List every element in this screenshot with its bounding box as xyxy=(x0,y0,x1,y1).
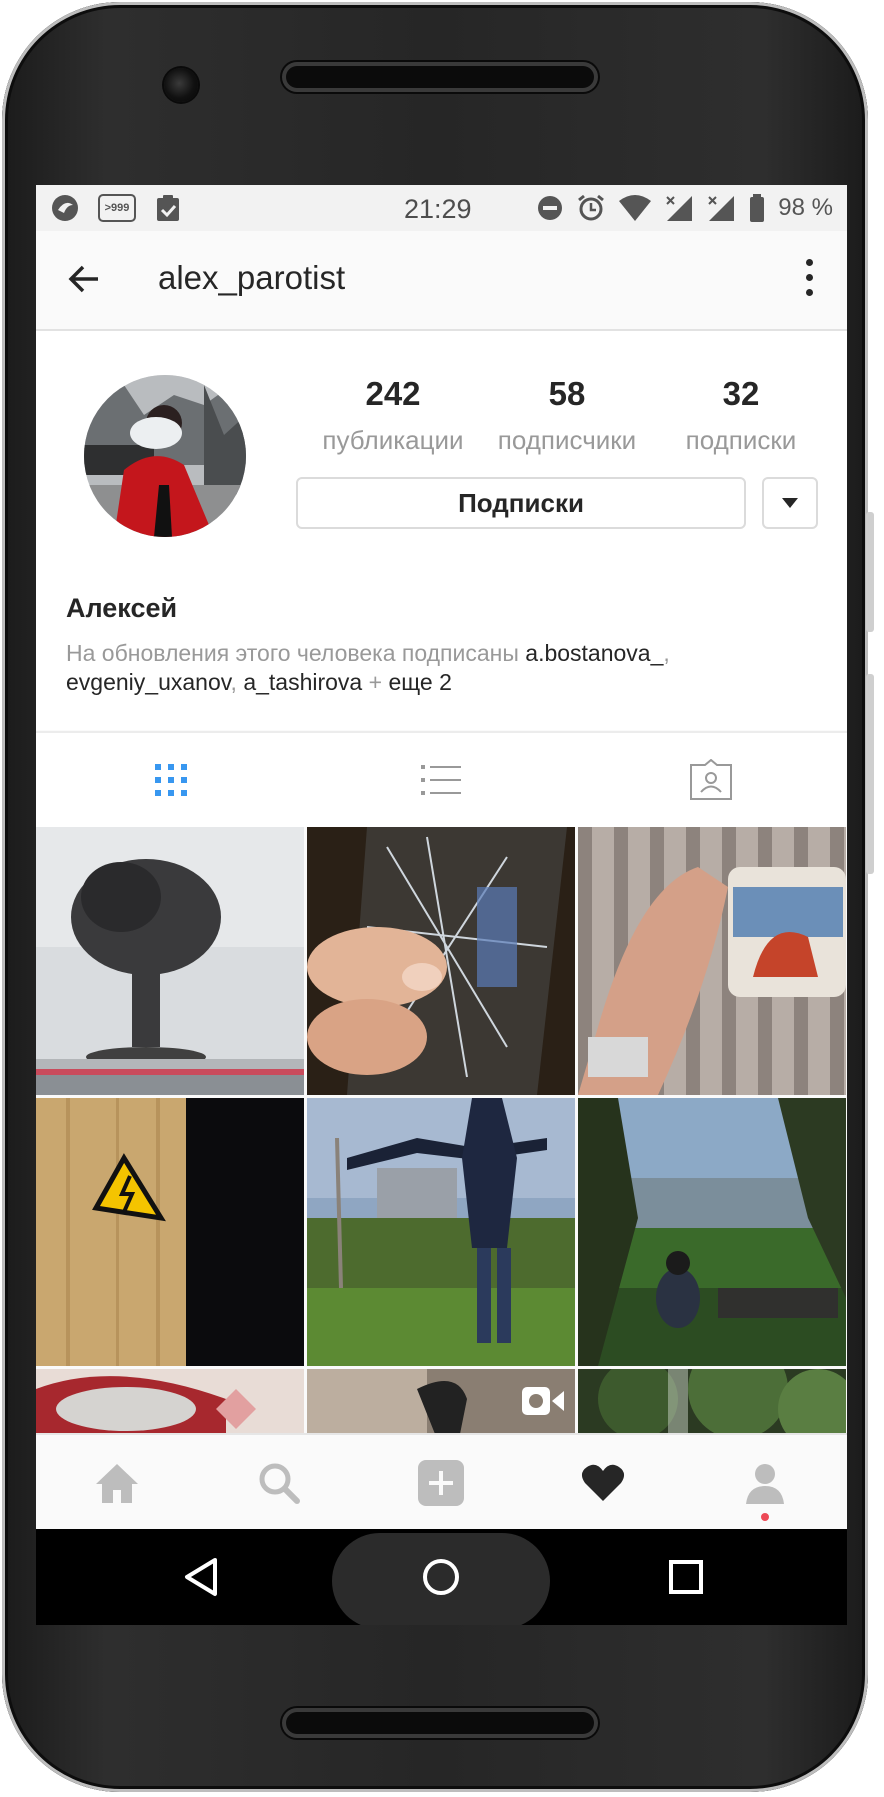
bottom-speaker xyxy=(282,1708,598,1738)
system-recents-button[interactable] xyxy=(626,1529,746,1625)
following-label: подписки xyxy=(685,425,797,455)
following-count: 32 xyxy=(722,375,760,412)
system-navigation-bar xyxy=(36,1529,847,1625)
profile-icon xyxy=(746,1464,784,1504)
battery-percent: 98 % xyxy=(778,194,833,221)
posts-label: публикации xyxy=(322,425,464,455)
followed-by-text: На обновления этого человека подписаны a… xyxy=(66,640,670,695)
back-button[interactable] xyxy=(64,259,104,304)
followed-by-prefix: На обновления этого человека подписаны xyxy=(66,640,526,666)
signal-icon xyxy=(666,196,693,221)
signal-icon-2 xyxy=(708,196,735,221)
followers-label: подписчики xyxy=(497,425,637,455)
wifi-icon xyxy=(619,195,652,221)
activity-heart-icon xyxy=(581,1464,625,1501)
system-home-button[interactable] xyxy=(381,1529,501,1625)
nav-home[interactable] xyxy=(36,1435,198,1531)
followed-by-more[interactable]: еще 2 xyxy=(388,669,451,695)
profile-tabs xyxy=(36,731,847,827)
page-title: alex_parotist xyxy=(158,259,346,296)
list-icon xyxy=(421,765,461,795)
alarm-icon xyxy=(578,194,605,221)
front-camera xyxy=(164,68,198,102)
nav-search[interactable] xyxy=(198,1435,360,1531)
home-icon xyxy=(96,1464,138,1503)
add-post-icon xyxy=(418,1460,464,1506)
arrow-left-icon xyxy=(68,265,98,293)
stat-following[interactable]: 32 подписки xyxy=(656,375,826,456)
nav-add-post[interactable] xyxy=(360,1435,522,1531)
battery-icon xyxy=(750,194,765,222)
avatar[interactable] xyxy=(84,375,246,537)
post-thumbnail[interactable] xyxy=(36,1098,304,1366)
notification-count-icon: >999 xyxy=(98,194,136,222)
followers-count: 58 xyxy=(548,375,586,412)
post-thumbnail[interactable] xyxy=(36,827,304,1095)
circle-home-icon xyxy=(423,1559,459,1595)
post-thumbnail[interactable] xyxy=(307,1098,575,1366)
square-recents-icon xyxy=(669,1560,703,1594)
screen: >999 21:29 98 % alex_parotist 242 публик… xyxy=(36,185,847,1625)
nav-profile[interactable] xyxy=(684,1435,846,1531)
power-button xyxy=(866,512,874,632)
post-thumbnail[interactable] xyxy=(578,827,846,1095)
system-back-button[interactable] xyxy=(141,1529,261,1625)
profile-name: Алексей xyxy=(66,593,178,623)
triangle-back-icon xyxy=(185,1558,217,1596)
clock: 21:29 xyxy=(404,194,472,224)
search-icon xyxy=(259,1463,300,1504)
bottom-navigation xyxy=(36,1433,847,1531)
chevron-down-icon xyxy=(782,498,798,508)
followed-by-user-3[interactable]: a_tashirova xyxy=(243,669,362,695)
app-icon xyxy=(52,195,78,221)
following-button[interactable]: Подписки xyxy=(296,477,746,529)
nav-activity[interactable] xyxy=(522,1435,684,1531)
status-bar: >999 21:29 98 % xyxy=(36,185,847,231)
stat-followers[interactable]: 58 подписчики xyxy=(482,375,652,456)
posts-count: 242 xyxy=(365,375,421,412)
suggestions-dropdown-button[interactable] xyxy=(762,477,818,529)
app-bar: alex_parotist xyxy=(36,231,847,331)
phone-frame: >999 21:29 98 % alex_parotist 242 публик… xyxy=(2,2,874,1792)
followed-by-user-1[interactable]: a.bostanova_ xyxy=(525,640,663,666)
volume-button xyxy=(866,674,874,874)
profile-header: 242 публикации 58 подписчики 32 подписки… xyxy=(36,331,847,730)
tab-grid[interactable] xyxy=(36,733,306,827)
video-camera-icon xyxy=(522,1387,564,1415)
notification-dot xyxy=(761,1513,769,1521)
post-thumbnail[interactable] xyxy=(307,827,575,1095)
dnd-icon xyxy=(538,196,563,220)
tab-list[interactable] xyxy=(306,733,576,827)
grid-icon xyxy=(155,764,187,796)
followed-by-user-2[interactable]: evgeniy_uxanov xyxy=(66,669,231,695)
clipboard-check-icon xyxy=(157,195,179,221)
top-speaker xyxy=(282,62,598,92)
tagged-person-icon xyxy=(690,759,732,800)
tab-tagged[interactable] xyxy=(576,733,846,827)
stat-posts[interactable]: 242 публикации xyxy=(308,375,478,456)
post-thumbnail[interactable] xyxy=(578,1098,846,1366)
more-vertical-icon[interactable] xyxy=(806,259,813,296)
